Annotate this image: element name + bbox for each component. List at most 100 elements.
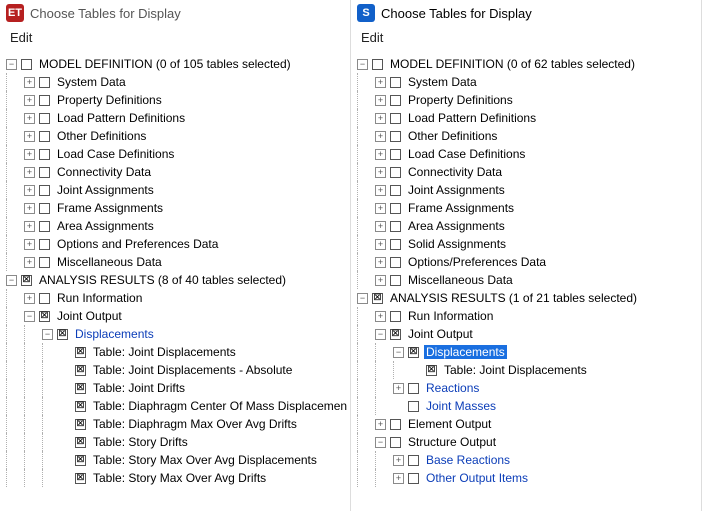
tree-node[interactable]: +Other Definitions (6, 127, 350, 145)
tree-node[interactable]: +Frame Assignments (6, 199, 350, 217)
tree-node[interactable]: +Options and Preferences Data (6, 235, 350, 253)
tree-node-displacements[interactable]: −⊠Displacements (357, 343, 701, 361)
expand-icon[interactable]: + (375, 149, 386, 160)
menu-edit[interactable]: Edit (361, 30, 383, 45)
tree-node-table[interactable]: ⊠Table: Diaphragm Max Over Avg Drifts (6, 415, 350, 433)
checkbox[interactable] (390, 113, 401, 124)
tree-node-table[interactable]: ⊠Table: Diaphragm Center Of Mass Displac… (6, 397, 350, 415)
checkbox[interactable] (39, 113, 50, 124)
tree-node[interactable]: +System Data (6, 73, 350, 91)
checkbox[interactable] (390, 77, 401, 88)
tree-node[interactable]: +Joint Assignments (6, 181, 350, 199)
checkbox[interactable] (39, 203, 50, 214)
checkbox-checked[interactable]: ⊠ (75, 401, 86, 412)
tree-node[interactable]: +Connectivity Data (6, 163, 350, 181)
expand-icon[interactable]: + (24, 167, 35, 178)
tree-node-joint-output[interactable]: −⊠Joint Output (6, 307, 350, 325)
collapse-icon[interactable]: − (357, 293, 368, 304)
expand-icon[interactable]: + (24, 185, 35, 196)
tree-node-model-definition[interactable]: − MODEL DEFINITION (0 of 105 tables sele… (6, 55, 350, 73)
checkbox-checked[interactable]: ⊠ (75, 383, 86, 394)
checkbox[interactable] (390, 239, 401, 250)
tree-node[interactable]: +Load Case Definitions (357, 145, 701, 163)
checkbox[interactable] (39, 257, 50, 268)
checkbox[interactable] (390, 311, 401, 322)
expand-icon[interactable]: + (393, 473, 404, 484)
tree-node[interactable]: +Joint Assignments (357, 181, 701, 199)
tree-node-table[interactable]: ⊠Table: Story Max Over Avg Drifts (6, 469, 350, 487)
expand-icon[interactable]: + (375, 203, 386, 214)
collapse-icon[interactable]: − (6, 275, 17, 286)
tree-node[interactable]: Joint Masses (357, 397, 701, 415)
expand-icon[interactable]: + (375, 77, 386, 88)
checkbox[interactable] (390, 185, 401, 196)
checkbox[interactable] (39, 167, 50, 178)
tree-node[interactable]: +Other Definitions (357, 127, 701, 145)
tree-node[interactable]: +Area Assignments (6, 217, 350, 235)
tree-node[interactable]: +Element Output (357, 415, 701, 433)
expand-icon[interactable]: + (375, 419, 386, 430)
tree-node-displacements[interactable]: −⊠Displacements (6, 325, 350, 343)
collapse-icon[interactable]: − (24, 311, 35, 322)
tree-node[interactable]: +Load Pattern Definitions (6, 109, 350, 127)
tree-node-structure-output[interactable]: −Structure Output (357, 433, 701, 451)
tree-view[interactable]: − MODEL DEFINITION (0 of 105 tables sele… (0, 51, 350, 511)
checkbox[interactable] (408, 455, 419, 466)
checkbox[interactable] (390, 167, 401, 178)
expand-icon[interactable]: + (24, 221, 35, 232)
checkbox[interactable] (21, 59, 32, 70)
tree-node-model-definition[interactable]: − MODEL DEFINITION (0 of 62 tables selec… (357, 55, 701, 73)
expand-icon[interactable]: + (393, 455, 404, 466)
checkbox[interactable] (390, 419, 401, 430)
checkbox-checked[interactable]: ⊠ (75, 473, 86, 484)
expand-icon[interactable]: + (24, 239, 35, 250)
checkbox[interactable] (408, 401, 419, 412)
menu-edit[interactable]: Edit (10, 30, 32, 45)
tree-node[interactable]: +Property Definitions (6, 91, 350, 109)
checkbox[interactable] (39, 131, 50, 142)
checkbox[interactable] (390, 95, 401, 106)
collapse-icon[interactable]: − (375, 329, 386, 340)
checkbox-checked[interactable]: ⊠ (75, 365, 86, 376)
expand-icon[interactable]: + (375, 275, 386, 286)
checkbox[interactable] (390, 131, 401, 142)
tree-node[interactable]: +Miscellaneous Data (6, 253, 350, 271)
checkbox-checked[interactable]: ⊠ (390, 329, 401, 340)
tree-node-table[interactable]: ⊠Table: Joint Displacements (357, 361, 701, 379)
tree-node-table[interactable]: ⊠Table: Joint Displacements - Absolute (6, 361, 350, 379)
expand-icon[interactable]: + (375, 131, 386, 142)
expand-icon[interactable]: + (393, 383, 404, 394)
checkbox[interactable] (372, 59, 383, 70)
tree-node[interactable]: +Property Definitions (357, 91, 701, 109)
expand-icon[interactable]: + (24, 131, 35, 142)
checkbox[interactable] (39, 77, 50, 88)
checkbox-checked[interactable]: ⊠ (21, 275, 32, 286)
collapse-icon[interactable]: − (357, 59, 368, 70)
tree-node[interactable]: +Other Output Items (357, 469, 701, 487)
checkbox-checked[interactable]: ⊠ (75, 437, 86, 448)
checkbox-checked[interactable]: ⊠ (39, 311, 50, 322)
checkbox[interactable] (390, 437, 401, 448)
tree-node[interactable]: +Run Information (357, 307, 701, 325)
expand-icon[interactable]: + (375, 95, 386, 106)
collapse-icon[interactable]: − (375, 437, 386, 448)
expand-icon[interactable]: + (24, 149, 35, 160)
tree-node[interactable]: +Reactions (357, 379, 701, 397)
expand-icon[interactable]: + (375, 221, 386, 232)
collapse-icon[interactable]: − (6, 59, 17, 70)
tree-node-analysis-results[interactable]: − ⊠ ANALYSIS RESULTS (8 of 40 tables sel… (6, 271, 350, 289)
checkbox-checked[interactable]: ⊠ (75, 419, 86, 430)
expand-icon[interactable]: + (375, 185, 386, 196)
checkbox[interactable] (39, 95, 50, 106)
tree-node[interactable]: +Frame Assignments (357, 199, 701, 217)
expand-icon[interactable]: + (375, 257, 386, 268)
expand-icon[interactable]: + (24, 257, 35, 268)
checkbox-checked[interactable]: ⊠ (75, 455, 86, 466)
checkbox[interactable] (390, 275, 401, 286)
checkbox[interactable] (390, 257, 401, 268)
tree-node-table[interactable]: ⊠Table: Joint Displacements (6, 343, 350, 361)
tree-node-table[interactable]: ⊠Table: Joint Drifts (6, 379, 350, 397)
collapse-icon[interactable]: − (42, 329, 53, 340)
tree-node[interactable]: +Solid Assignments (357, 235, 701, 253)
checkbox[interactable] (39, 185, 50, 196)
